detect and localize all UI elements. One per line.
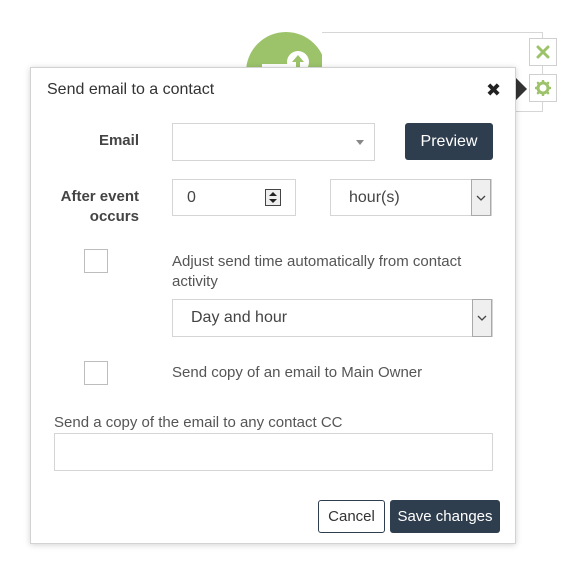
adjust-send-time-line2: activity bbox=[172, 273, 218, 290]
cc-input[interactable] bbox=[54, 433, 493, 471]
after-event-value: 0 bbox=[187, 189, 196, 206]
gear-icon bbox=[535, 80, 551, 96]
email-select[interactable] bbox=[172, 123, 375, 161]
time-unit-value: hour(s) bbox=[349, 189, 400, 206]
after-event-label: After event occurs bbox=[45, 187, 139, 227]
after-event-number-input[interactable]: 0 bbox=[172, 179, 296, 216]
adjust-mode-select[interactable]: Day and hour bbox=[172, 299, 493, 337]
save-changes-button[interactable]: Save changes bbox=[390, 500, 500, 533]
number-spinner[interactable] bbox=[265, 189, 281, 206]
adjust-mode-value: Day and hour bbox=[191, 309, 288, 326]
adjust-send-time-text: Adjust send time automatically from cont… bbox=[172, 252, 502, 292]
copy-owner-checkbox[interactable] bbox=[84, 361, 108, 385]
spinner-down-icon bbox=[269, 199, 277, 203]
node-settings-button[interactable] bbox=[529, 74, 557, 102]
node-delete-button[interactable] bbox=[529, 38, 557, 66]
after-event-label-line2: occurs bbox=[89, 208, 139, 225]
close-icon[interactable]: ✖ bbox=[486, 80, 501, 101]
chevron-down-icon bbox=[472, 299, 492, 337]
close-icon bbox=[536, 45, 550, 59]
dialog-pointer-arrow bbox=[516, 78, 527, 100]
email-label: Email bbox=[98, 132, 139, 149]
chevron-down-icon bbox=[471, 179, 491, 216]
cancel-button[interactable]: Cancel bbox=[318, 500, 385, 533]
send-email-dialog: Send email to a contact ✖ Email Preview … bbox=[30, 67, 516, 544]
dialog-title: Send email to a contact bbox=[47, 81, 215, 98]
adjust-send-time-checkbox[interactable] bbox=[84, 249, 108, 273]
spinner-up-icon bbox=[269, 192, 277, 196]
after-event-label-line1: After event bbox=[60, 188, 139, 205]
time-unit-select[interactable]: hour(s) bbox=[330, 179, 492, 216]
preview-button[interactable]: Preview bbox=[405, 123, 493, 160]
adjust-send-time-line1: Adjust send time automatically from cont… bbox=[172, 253, 462, 270]
chevron-down-icon bbox=[356, 140, 364, 145]
cc-label: Send a copy of the email to any contact … bbox=[54, 414, 343, 431]
copy-owner-text: Send copy of an email to Main Owner bbox=[172, 364, 423, 381]
